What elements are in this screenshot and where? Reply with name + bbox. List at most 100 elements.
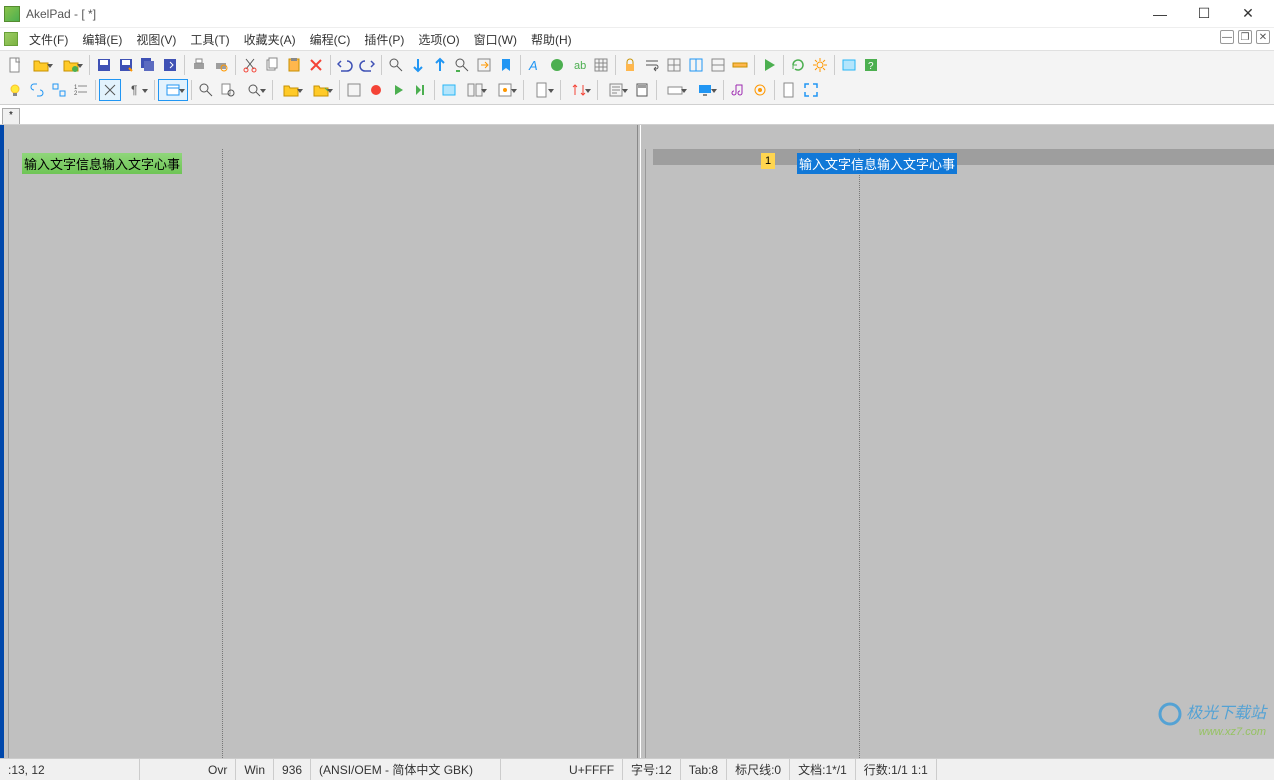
menu-window[interactable]: 窗口(W) bbox=[467, 29, 524, 50]
fullscreen-icon[interactable] bbox=[800, 79, 822, 101]
menu-plugin[interactable]: 插件(P) bbox=[357, 29, 411, 50]
window-icon[interactable] bbox=[838, 54, 860, 76]
status-fontsize[interactable]: 字号:12 bbox=[623, 759, 681, 780]
left-pane-text[interactable]: 输入文字信息输入文字心事 bbox=[22, 153, 182, 174]
menu-view[interactable]: 视图(V) bbox=[129, 29, 183, 50]
format-icon[interactable] bbox=[601, 79, 631, 101]
find-icon[interactable] bbox=[385, 54, 407, 76]
close-button[interactable]: ✕ bbox=[1226, 1, 1270, 27]
refresh-icon[interactable] bbox=[787, 54, 809, 76]
table-icon[interactable] bbox=[663, 54, 685, 76]
status-codepage[interactable]: 936 bbox=[274, 759, 311, 780]
print-icon[interactable] bbox=[188, 54, 210, 76]
zoom-icon[interactable] bbox=[239, 79, 269, 101]
save-icon[interactable] bbox=[93, 54, 115, 76]
status-encoding[interactable]: (ANSI/OEM - 简体中文 GBK) bbox=[311, 759, 501, 780]
step-macro-icon[interactable] bbox=[409, 79, 431, 101]
menu-file[interactable]: 文件(F) bbox=[22, 29, 75, 50]
maximize-button[interactable]: ☐ bbox=[1182, 1, 1226, 27]
menu-icon bbox=[4, 32, 18, 46]
highlight-icon[interactable]: ab bbox=[568, 54, 590, 76]
menu-help[interactable]: 帮助(H) bbox=[524, 29, 579, 50]
paste-icon[interactable] bbox=[283, 54, 305, 76]
help-icon[interactable]: ? bbox=[860, 54, 882, 76]
sort-icon[interactable] bbox=[564, 79, 594, 101]
monitor-icon[interactable] bbox=[690, 79, 720, 101]
menu-option[interactable]: 选项(O) bbox=[411, 29, 466, 50]
separator bbox=[339, 80, 340, 100]
mdi-restore-button[interactable]: ❐ bbox=[1238, 30, 1252, 44]
find-prev-icon[interactable] bbox=[429, 54, 451, 76]
record-macro-icon[interactable] bbox=[343, 79, 365, 101]
replace-icon[interactable] bbox=[451, 54, 473, 76]
play-macro-icon[interactable] bbox=[387, 79, 409, 101]
font-icon[interactable]: A bbox=[524, 54, 546, 76]
split-horizontal-icon[interactable] bbox=[685, 54, 707, 76]
find-in-files-icon[interactable] bbox=[217, 79, 239, 101]
menu-macro[interactable]: 编程(C) bbox=[303, 29, 358, 50]
link-icon[interactable] bbox=[26, 79, 48, 101]
compare-icon[interactable] bbox=[460, 79, 490, 101]
right-pane-text[interactable]: 输入文字信息输入文字心事 bbox=[797, 153, 957, 174]
left-pane-margin bbox=[4, 149, 16, 758]
mdi-close-button[interactable]: ✕ bbox=[1256, 30, 1270, 44]
minimize-button[interactable]: — bbox=[1138, 1, 1182, 27]
music-icon[interactable] bbox=[727, 79, 749, 101]
find-next-icon[interactable] bbox=[407, 54, 429, 76]
autocomplete-icon[interactable] bbox=[99, 79, 121, 101]
split-vertical-icon[interactable] bbox=[707, 54, 729, 76]
menu-fav[interactable]: 收藏夹(A) bbox=[237, 29, 303, 50]
recent-files-icon[interactable] bbox=[56, 54, 86, 76]
save-as-icon[interactable] bbox=[115, 54, 137, 76]
settings2-icon[interactable] bbox=[749, 79, 771, 101]
save-all-icon[interactable] bbox=[137, 54, 159, 76]
wrap-icon[interactable] bbox=[641, 54, 663, 76]
mdi-minimize-button[interactable]: — bbox=[1220, 30, 1234, 44]
session-icon[interactable] bbox=[438, 79, 460, 101]
new-doc-icon[interactable] bbox=[527, 79, 557, 101]
copy-icon[interactable] bbox=[261, 54, 283, 76]
separator bbox=[560, 80, 561, 100]
goto-icon[interactable] bbox=[473, 54, 495, 76]
find2-icon[interactable] bbox=[195, 79, 217, 101]
print-preview-icon[interactable] bbox=[210, 54, 232, 76]
color-icon[interactable] bbox=[546, 54, 568, 76]
paragraph-icon[interactable]: ¶ bbox=[121, 79, 151, 101]
ruler-icon[interactable] bbox=[729, 54, 751, 76]
status-tab[interactable]: Tab:8 bbox=[681, 759, 727, 780]
open-file-icon[interactable] bbox=[26, 54, 56, 76]
delete-icon[interactable] bbox=[305, 54, 327, 76]
gear-icon[interactable] bbox=[809, 54, 831, 76]
separator bbox=[754, 55, 755, 75]
export-icon[interactable] bbox=[159, 54, 181, 76]
stop-macro-icon[interactable] bbox=[365, 79, 387, 101]
open-recent-icon[interactable] bbox=[306, 79, 336, 101]
run-icon[interactable] bbox=[758, 54, 780, 76]
watermark-sub: www.xz7.com bbox=[1158, 726, 1266, 738]
status-ruler[interactable]: 标尺线:0 bbox=[727, 759, 790, 780]
view-mode-icon[interactable] bbox=[158, 79, 188, 101]
bulb-icon[interactable] bbox=[4, 79, 26, 101]
template-icon[interactable] bbox=[490, 79, 520, 101]
status-win[interactable]: Win bbox=[236, 759, 274, 780]
tab-1[interactable]: * bbox=[2, 108, 20, 124]
grid-icon[interactable] bbox=[590, 54, 612, 76]
cut-icon[interactable] bbox=[239, 54, 261, 76]
bookmark-icon[interactable] bbox=[495, 54, 517, 76]
lock-icon[interactable] bbox=[619, 54, 641, 76]
new-file-icon[interactable] bbox=[4, 54, 26, 76]
menu-tool[interactable]: 工具(T) bbox=[183, 29, 236, 50]
status-ovr[interactable]: Ovr bbox=[200, 759, 236, 780]
open-folder-icon[interactable] bbox=[276, 79, 306, 101]
editor-area: 输入文字信息输入文字心事 1 输入文字信息输入文字心事 极光下载站 www.xz… bbox=[0, 125, 1274, 758]
redo-icon[interactable] bbox=[356, 54, 378, 76]
code-fold-icon[interactable] bbox=[48, 79, 70, 101]
right-pane[interactable]: 1 输入文字信息输入文字心事 极光下载站 www.xz7.com bbox=[641, 125, 1274, 758]
menu-edit[interactable]: 编辑(E) bbox=[75, 29, 129, 50]
left-pane[interactable]: 输入文字信息输入文字心事 bbox=[4, 125, 637, 758]
calculator-icon[interactable] bbox=[631, 79, 653, 101]
line-numbers-icon[interactable]: 12 bbox=[70, 79, 92, 101]
doc-icon[interactable] bbox=[778, 79, 800, 101]
keyboard-icon[interactable] bbox=[660, 79, 690, 101]
undo-icon[interactable] bbox=[334, 54, 356, 76]
